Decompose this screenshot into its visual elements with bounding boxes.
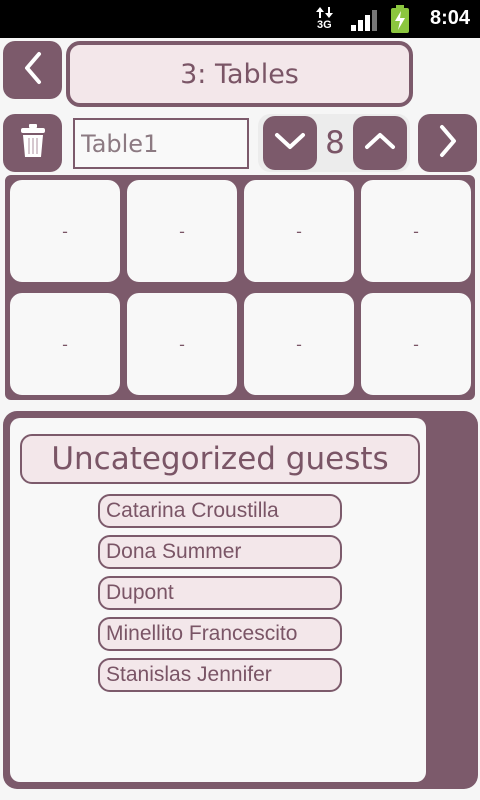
forward-icon <box>436 123 460 163</box>
seat-slot-8[interactable]: - <box>359 291 473 397</box>
chevron-down-icon <box>273 130 307 156</box>
back-button[interactable] <box>3 41 62 99</box>
status-bar: 3G 8:04 <box>0 0 480 38</box>
guest-item[interactable]: Dupont <box>98 576 342 610</box>
guest-item[interactable]: Stanislas Jennifer <box>98 658 342 692</box>
table-name-input[interactable] <box>73 118 249 169</box>
guests-panel: Uncategorized guests Catarina Croustilla… <box>3 411 478 789</box>
page-title: 3: Tables <box>66 41 413 107</box>
increase-seats-button[interactable] <box>353 116 407 170</box>
seat-slot-4[interactable]: - <box>359 178 473 284</box>
seat-slot-3[interactable]: - <box>242 178 356 284</box>
chevron-up-icon <box>363 130 397 156</box>
seat-slot-5[interactable]: - <box>8 291 122 397</box>
back-icon <box>21 50 45 90</box>
next-button[interactable] <box>418 114 477 172</box>
guest-item[interactable]: Catarina Croustilla <box>98 494 342 528</box>
seat-count: 8 <box>325 125 345 161</box>
network-type-label: 3G <box>317 19 332 31</box>
guest-item[interactable]: Minellito Francescito <box>98 617 342 651</box>
delete-table-button[interactable] <box>3 114 62 172</box>
seat-slot-7[interactable]: - <box>242 291 356 397</box>
decrease-seats-button[interactable] <box>263 116 317 170</box>
clock: 8:04 <box>429 7 470 29</box>
category-header[interactable]: Uncategorized guests <box>20 434 420 484</box>
seat-slot-1[interactable]: - <box>8 178 122 284</box>
trash-icon <box>19 123 47 163</box>
seat-slot-6[interactable]: - <box>125 291 239 397</box>
battery-charging-icon <box>390 5 410 37</box>
seat-grid: - - - - - - - - <box>5 175 475 400</box>
signal-strength-icon <box>350 8 378 36</box>
guest-list: Uncategorized guests Catarina Croustilla… <box>10 418 426 782</box>
seat-slot-2[interactable]: - <box>125 178 239 284</box>
guest-item[interactable]: Dona Summer <box>98 535 342 569</box>
